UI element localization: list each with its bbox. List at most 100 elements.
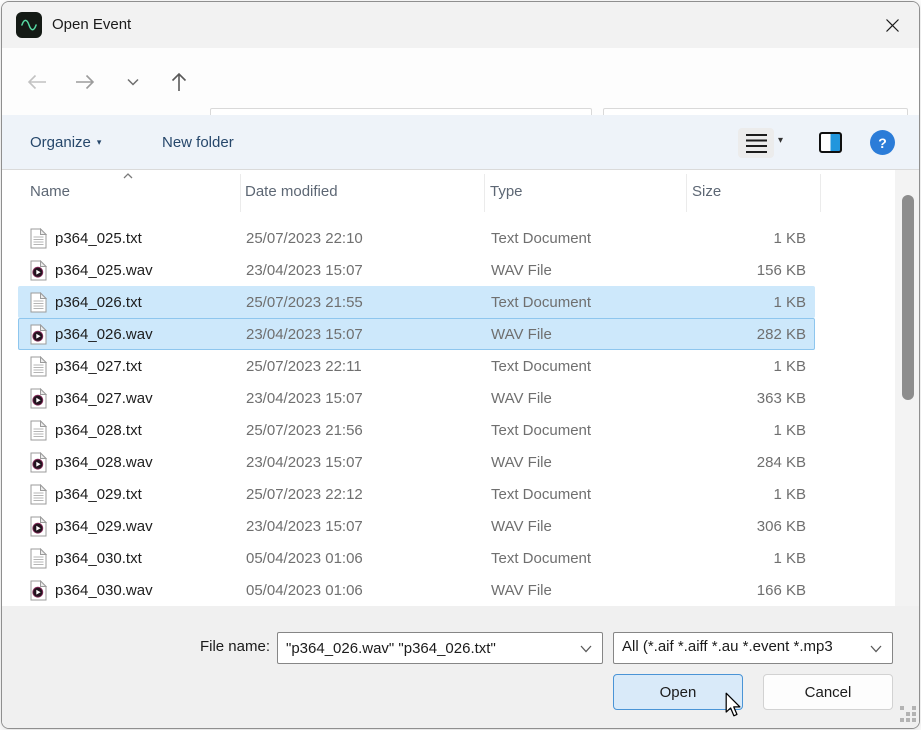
file-date-modified: 23/04/2023 15:07 [246,389,363,409]
chevron-down-icon: ▾ [97,138,102,147]
recent-locations-button[interactable] [116,65,150,99]
file-date-modified: 23/04/2023 15:07 [246,517,363,537]
file-date-modified: 23/04/2023 15:07 [246,453,363,473]
file-name-combo [277,632,603,664]
help-button[interactable]: ? [870,130,895,155]
file-name: p364_025.wav [55,261,153,281]
forward-button[interactable] [68,65,102,99]
file-date-modified: 25/07/2023 21:56 [246,421,363,441]
file-date-modified: 23/04/2023 15:07 [246,261,363,281]
sort-ascending-icon [120,170,136,182]
file-row[interactable]: p364_025.wav 23/04/2023 15:07 WAV File 1… [18,254,815,286]
file-date-modified: 25/07/2023 21:55 [246,293,363,313]
file-name: p364_030.wav [55,581,153,601]
file-row[interactable]: p364_028.wav 23/04/2023 15:07 WAV File 2… [18,446,815,478]
organize-menu-button[interactable]: Organize ▾ [30,115,101,169]
close-button[interactable] [873,6,911,44]
file-name: p364_028.wav [55,453,153,473]
text-file-icon [30,548,47,569]
new-folder-button[interactable]: New folder [162,115,234,169]
file-row[interactable]: p364_029.wav 23/04/2023 15:07 WAV File 3… [18,510,815,542]
resize-grip[interactable] [900,706,904,710]
file-size: 156 KB [757,261,806,281]
text-file-icon [30,292,47,313]
column-header-size[interactable]: Size [692,183,721,200]
file-type: WAV File [491,389,552,409]
file-row[interactable]: p364_026.wav 23/04/2023 15:07 WAV File 2… [18,318,815,350]
help-icon: ? [878,135,887,151]
file-row[interactable]: p364_025.txt 25/07/2023 22:10 Text Docum… [18,222,815,254]
file-type: Text Document [491,549,591,569]
up-button[interactable] [162,65,196,99]
file-type: Text Document [491,485,591,505]
column-divider[interactable] [820,174,821,212]
file-row[interactable]: p364_030.txt 05/04/2023 01:06 Text Docum… [18,542,815,574]
file-size: 1 KB [773,485,806,505]
change-view-button[interactable] [738,128,774,158]
column-header-date-modified[interactable]: Date modified [245,183,338,200]
arrow-left-icon [25,70,49,94]
file-type-value: All (*.aif *.aiff *.au *.event *.mp3 [622,638,874,655]
audio-file-icon [30,516,47,537]
dialog-footer: File name: All (*.aif *.aiff *.au *.even… [2,606,920,729]
file-date-modified: 25/07/2023 22:11 [246,357,362,377]
column-header-type[interactable]: Type [490,183,523,200]
file-row[interactable]: p364_027.wav 23/04/2023 15:07 WAV File 3… [18,382,815,414]
file-row[interactable]: p364_028.txt 25/07/2023 21:56 Text Docum… [18,414,815,446]
app-logo-icon [16,12,42,38]
file-type: Text Document [491,421,591,441]
file-size: 284 KB [757,453,806,473]
arrow-up-icon [167,70,191,94]
file-size: 1 KB [773,421,806,441]
file-size: 1 KB [773,549,806,569]
chevron-down-icon[interactable] [579,644,593,654]
file-row[interactable]: p364_029.txt 25/07/2023 22:12 Text Docum… [18,478,815,510]
audio-file-icon [30,324,47,345]
file-row[interactable]: p364_026.txt 25/07/2023 21:55 Text Docum… [18,286,815,318]
sine-wave-icon [19,15,39,35]
scrollbar-thumb[interactable] [902,195,914,400]
file-row[interactable]: p364_027.txt 25/07/2023 22:11 Text Docum… [18,350,815,382]
cancel-button-label: Cancel [805,684,852,701]
scrollbar-track[interactable] [895,170,920,606]
column-divider[interactable] [240,174,241,212]
file-size: 363 KB [757,389,806,409]
file-name: p364_030.txt [55,549,142,569]
list-view-icon [746,134,767,153]
file-row[interactable]: p364_030.wav 05/04/2023 01:06 WAV File 1… [18,574,815,606]
file-type: WAV File [491,325,552,345]
file-type: Text Document [491,293,591,313]
column-divider[interactable] [484,174,485,212]
file-name: p364_025.txt [55,229,142,249]
command-bar: Organize ▾ New folder ▾ ? [2,115,919,170]
column-header-name[interactable]: Name [30,183,70,200]
view-options-dropdown[interactable]: ▾ [778,136,783,146]
navigation-bar: « Windo... Audio [2,48,919,115]
file-date-modified: 25/07/2023 22:10 [246,229,363,249]
file-name: p364_029.wav [55,517,153,537]
mouse-cursor [722,692,744,718]
file-type: WAV File [491,517,552,537]
file-type: Text Document [491,229,591,249]
cancel-button[interactable]: Cancel [763,674,893,710]
file-size: 282 KB [757,325,806,345]
file-name: p364_027.wav [55,389,153,409]
file-list-pane: Name Date modified Type Size [2,170,920,606]
file-type: WAV File [491,581,552,601]
close-icon [885,18,900,33]
file-type-select[interactable]: All (*.aif *.aiff *.au *.event *.mp3 [613,632,893,664]
file-type: Text Document [491,357,591,377]
file-size: 166 KB [757,581,806,601]
back-button[interactable] [20,65,54,99]
file-type: WAV File [491,261,552,281]
file-date-modified: 05/04/2023 01:06 [246,549,363,569]
file-name-input[interactable] [278,633,578,663]
column-divider[interactable] [686,174,687,212]
file-size: 1 KB [773,229,806,249]
preview-pane-button[interactable] [819,132,842,153]
file-name: p364_028.txt [55,421,142,441]
open-button-label: Open [660,684,697,701]
chevron-down-icon [124,73,142,91]
open-event-dialog: Open Event [1,1,920,729]
title-bar: Open Event [2,2,919,48]
